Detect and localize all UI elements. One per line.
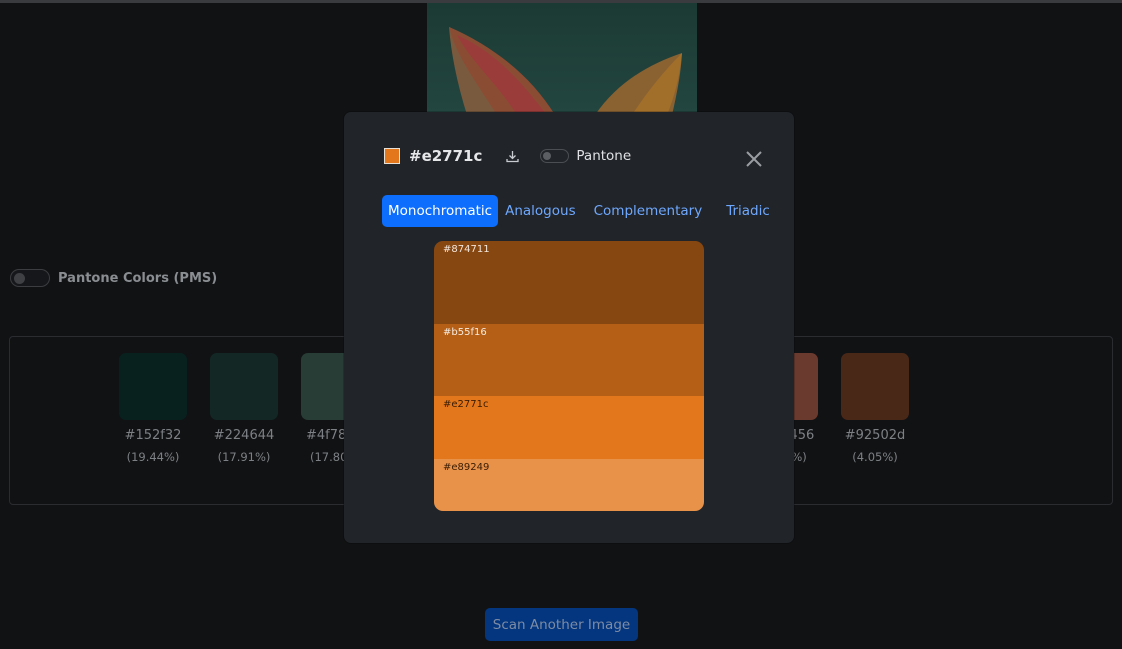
color-swatch[interactable] [119,353,187,420]
palette-item[interactable]: #224644 (17.91%) [210,353,278,464]
swatch-hex: #152f32 [124,428,182,443]
close-icon[interactable] [744,149,764,169]
modal-header: #e2771c Pantone [384,147,631,165]
swatch-percent: (19.44%) [126,450,180,464]
mono-band[interactable]: #874711 [434,241,704,324]
mono-band[interactable]: #e89249 [434,459,704,511]
harmony-tabs: Monochromatic Analogous Complementary Tr… [382,195,776,227]
color-swatch[interactable] [210,353,278,420]
pantone-colors-toggle[interactable] [10,269,50,287]
swatch-percent: (4.05%) [852,450,898,464]
monochromatic-palette: #874711 #b55f16 #e2771c #e89249 [434,241,704,511]
swatch-hex: #224644 [213,428,275,443]
selected-color-swatch [384,148,400,164]
pantone-colors-toggle-row: Pantone Colors (PMS) [10,269,217,287]
uploaded-image [427,3,697,115]
swatch-percent: (17.91%) [217,450,271,464]
palette-item[interactable]: #92502d (4.05%) [841,353,909,464]
mono-band-hex: #e89249 [443,462,490,473]
leaves-image [449,27,682,115]
pantone-toggle-label: Pantone [576,148,632,164]
mono-band-hex: #874711 [443,244,490,255]
tab-analogous[interactable]: Analogous [499,195,582,227]
color-swatch[interactable] [841,353,909,420]
mono-band-hex: #b55f16 [443,327,487,338]
pantone-colors-label: Pantone Colors (PMS) [58,270,218,286]
mono-band[interactable]: #e2771c [434,396,704,459]
tab-monochromatic[interactable]: Monochromatic [382,195,499,227]
swatch-hex: #92502d [844,428,906,443]
palette-item[interactable]: #152f32 (19.44%) [119,353,187,464]
selected-color-hex: #e2771c [409,147,483,165]
mono-band-hex: #e2771c [443,399,489,410]
color-harmony-modal: #e2771c Pantone Monochromatic Analogous … [344,112,794,543]
tab-triadic[interactable]: Triadic [720,195,776,227]
pantone-toggle[interactable] [540,149,570,163]
download-icon[interactable] [504,148,520,164]
scan-another-image-button[interactable]: Scan Another Image [485,608,638,641]
mono-band[interactable]: #b55f16 [434,324,704,396]
tab-complementary[interactable]: Complementary [588,195,709,227]
